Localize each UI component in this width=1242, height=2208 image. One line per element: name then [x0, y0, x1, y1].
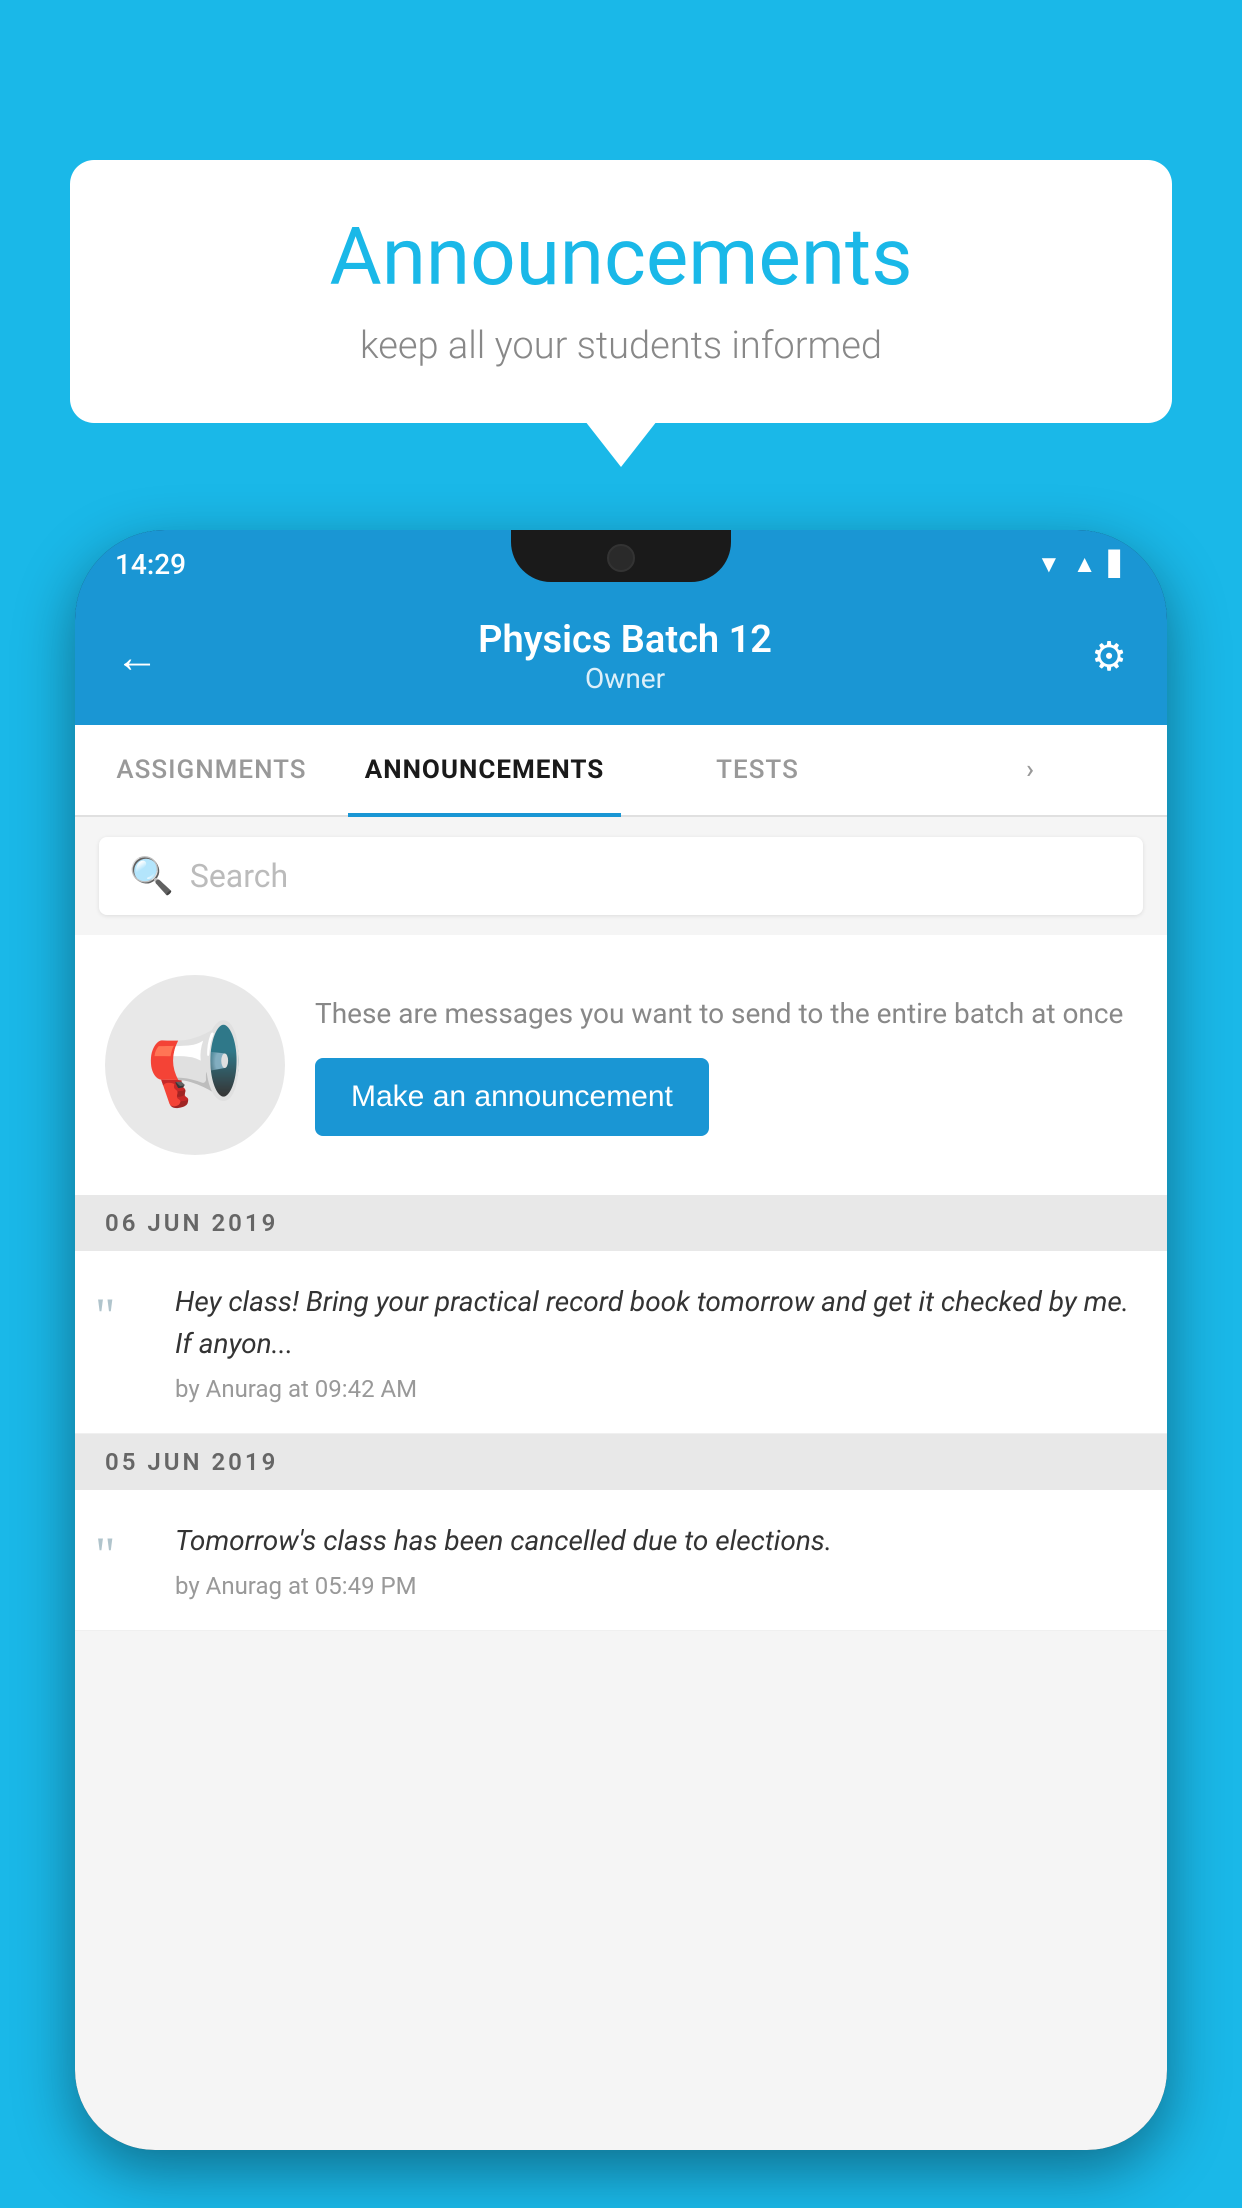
announcement-text-2: Tomorrow's class has been cancelled due … — [175, 1520, 1137, 1562]
search-placeholder: Search — [190, 857, 288, 895]
settings-icon[interactable]: ⚙ — [1091, 633, 1127, 680]
signal-icon: ▲ — [1073, 550, 1097, 579]
header-subtitle: Owner — [478, 662, 772, 695]
announcement-info: These are messages you want to send to t… — [315, 994, 1137, 1135]
date-separator-2: 05 JUN 2019 — [75, 1434, 1167, 1490]
quote-icon-2: " — [95, 1525, 155, 1583]
header-title-group: Physics Batch 12 Owner — [478, 618, 772, 695]
bubble-subtitle: keep all your students informed — [130, 324, 1112, 368]
tab-tests[interactable]: TESTS — [621, 725, 894, 815]
announcement-text-1: Hey class! Bring your practical record b… — [175, 1281, 1137, 1365]
header-title: Physics Batch 12 — [478, 618, 772, 662]
wifi-icon: ▼ — [1037, 550, 1061, 579]
tab-announcements[interactable]: ANNOUNCEMENTS — [348, 725, 621, 815]
phone-notch — [511, 530, 731, 582]
speech-bubble-container: Announcements keep all your students inf… — [70, 160, 1172, 423]
content-area: 🔍 Search 📢 These are messages you want t… — [75, 817, 1167, 2150]
app-header: ← Physics Batch 12 Owner ⚙ — [75, 598, 1167, 725]
announcement-content-1: Hey class! Bring your practical record b… — [175, 1281, 1137, 1403]
announcement-meta-2: by Anurag at 05:49 PM — [175, 1572, 1137, 1600]
announcement-icon-circle: 📢 — [105, 975, 285, 1155]
tab-assignments[interactable]: ASSIGNMENTS — [75, 725, 348, 815]
date-separator-1: 06 JUN 2019 — [75, 1195, 1167, 1251]
announcement-placeholder: 📢 These are messages you want to send to… — [75, 935, 1167, 1195]
announcement-meta-1: by Anurag at 09:42 AM — [175, 1375, 1137, 1403]
make-announcement-button[interactable]: Make an announcement — [315, 1058, 709, 1136]
announcement-content-2: Tomorrow's class has been cancelled due … — [175, 1520, 1137, 1600]
megaphone-icon: 📢 — [145, 1018, 245, 1112]
tab-more[interactable]: › — [894, 725, 1167, 815]
back-button[interactable]: ← — [115, 631, 159, 683]
bubble-title: Announcements — [130, 210, 1112, 304]
speech-bubble: Announcements keep all your students inf… — [70, 160, 1172, 423]
tabs-bar: ASSIGNMENTS ANNOUNCEMENTS TESTS › — [75, 725, 1167, 817]
battery-icon: ▋ — [1109, 550, 1127, 578]
phone-camera — [607, 544, 635, 572]
phone-frame: 14:29 ▼ ▲ ▋ ← Physics Batch 12 Owner ⚙ A… — [75, 530, 1167, 2150]
status-icons: ▼ ▲ ▋ — [1037, 550, 1127, 579]
search-icon: 🔍 — [129, 855, 174, 897]
quote-icon-1: " — [95, 1286, 155, 1344]
status-time: 14:29 — [115, 548, 186, 581]
phone-container: 14:29 ▼ ▲ ▋ ← Physics Batch 12 Owner ⚙ A… — [75, 530, 1167, 2208]
announcement-description: These are messages you want to send to t… — [315, 994, 1137, 1033]
announcement-item-1[interactable]: " Hey class! Bring your practical record… — [75, 1251, 1167, 1434]
announcement-item-2[interactable]: " Tomorrow's class has been cancelled du… — [75, 1490, 1167, 1631]
search-bar[interactable]: 🔍 Search — [99, 837, 1143, 915]
